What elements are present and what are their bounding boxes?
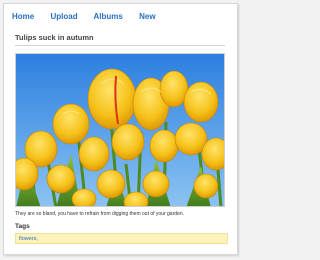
nav-albums[interactable]: Albums	[94, 12, 123, 21]
title-divider	[15, 45, 225, 46]
nav-new[interactable]: New	[139, 12, 155, 21]
top-nav: Home Upload Albums New	[12, 12, 170, 21]
nav-upload[interactable]: Upload	[50, 12, 77, 21]
tulip-photo-image	[16, 54, 224, 206]
tag-link[interactable]: flowers,	[19, 236, 38, 242]
tulip-photo[interactable]	[15, 53, 225, 207]
nav-home[interactable]: Home	[12, 12, 34, 21]
photo-card: Home Upload Albums New Tulips suck in au…	[3, 3, 238, 255]
tags-field[interactable]: flowers,	[15, 233, 228, 244]
photo-title: Tulips suck in autumn	[15, 33, 94, 42]
photo-caption: They are so bland, you have to refrain f…	[15, 211, 184, 217]
tags-heading: Tags	[15, 223, 30, 230]
